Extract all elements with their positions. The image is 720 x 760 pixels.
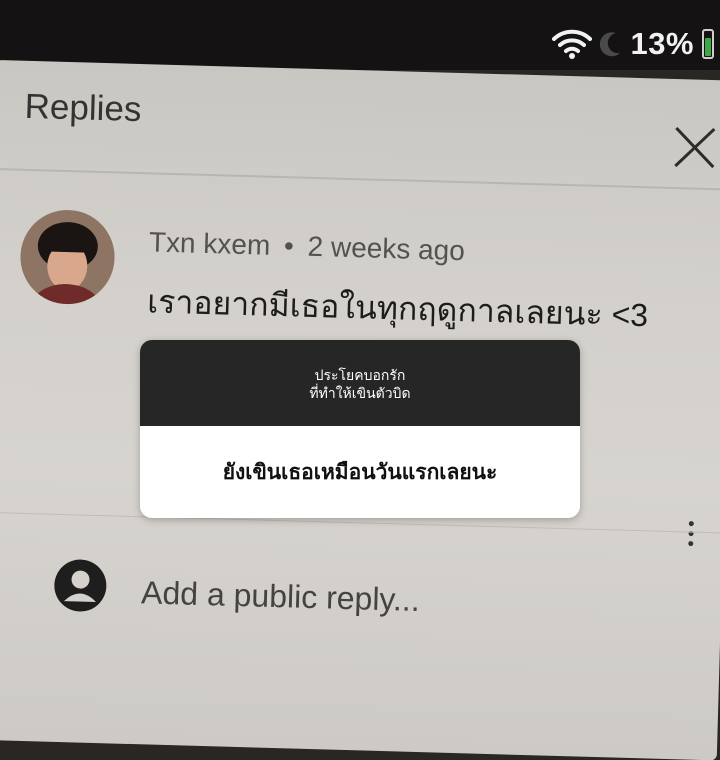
panel-title: Replies bbox=[24, 86, 142, 130]
card-header-line-2: ที่ทำให้เขินตัวบิด bbox=[309, 386, 411, 402]
reply-text: เราอยากมีเธอในทุกฤดูกาลเลยนะ <3 bbox=[146, 283, 649, 334]
wifi-icon bbox=[552, 29, 593, 59]
battery-percent: 13% bbox=[630, 26, 694, 61]
reply-author[interactable]: Txn kxem bbox=[149, 226, 271, 260]
avatar[interactable] bbox=[19, 208, 116, 306]
user-avatar-icon bbox=[52, 558, 108, 618]
reply-time: 2 weeks ago bbox=[307, 230, 466, 267]
meta-separator: • bbox=[283, 230, 295, 262]
card-body-text: ยังเขินเธอเหมือนวันแรกเลยนะ bbox=[140, 426, 580, 518]
card-header: ประโยคบอกรัก ที่ทำให้เขินตัวบิด bbox=[140, 340, 580, 426]
battery-icon bbox=[702, 29, 714, 59]
status-bar: 13% bbox=[0, 0, 720, 70]
close-icon[interactable] bbox=[671, 124, 718, 176]
more-options-icon[interactable] bbox=[686, 519, 695, 554]
moon-icon bbox=[600, 31, 622, 57]
reply-meta: Txn kxem • 2 weeks ago bbox=[149, 226, 466, 267]
status-icons: 13% bbox=[552, 22, 714, 66]
card-header-line-1: ประโยคบอกรัก bbox=[314, 368, 406, 384]
header-divider bbox=[0, 167, 720, 191]
reply-input[interactable]: Add a public reply... bbox=[141, 574, 421, 619]
overlay-card: ประโยคบอกรัก ที่ทำให้เขินตัวบิด ยังเขินเ… bbox=[140, 340, 580, 518]
